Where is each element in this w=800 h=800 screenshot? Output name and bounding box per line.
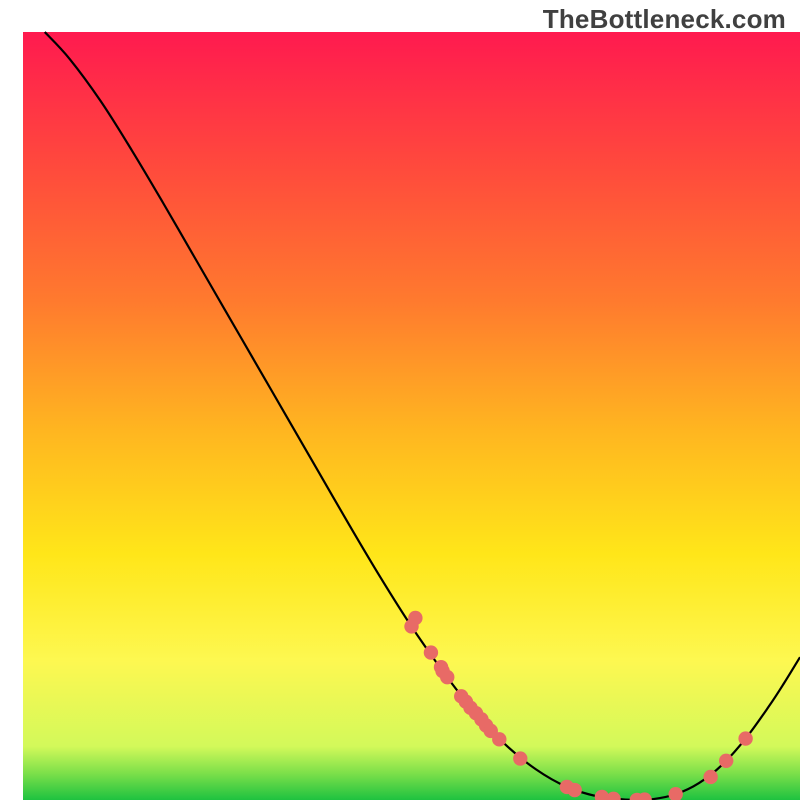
data-point (408, 611, 422, 625)
data-point (424, 645, 438, 659)
data-point (703, 770, 717, 784)
gradient-background (23, 32, 800, 800)
data-point (719, 754, 733, 768)
data-point (567, 783, 581, 797)
chart-svg (0, 0, 800, 800)
data-point (440, 670, 454, 684)
chart-canvas: TheBottleneck.com (0, 0, 800, 800)
data-point (492, 732, 506, 746)
data-point (738, 731, 752, 745)
watermark-text: TheBottleneck.com (543, 4, 786, 35)
data-point (513, 751, 527, 765)
